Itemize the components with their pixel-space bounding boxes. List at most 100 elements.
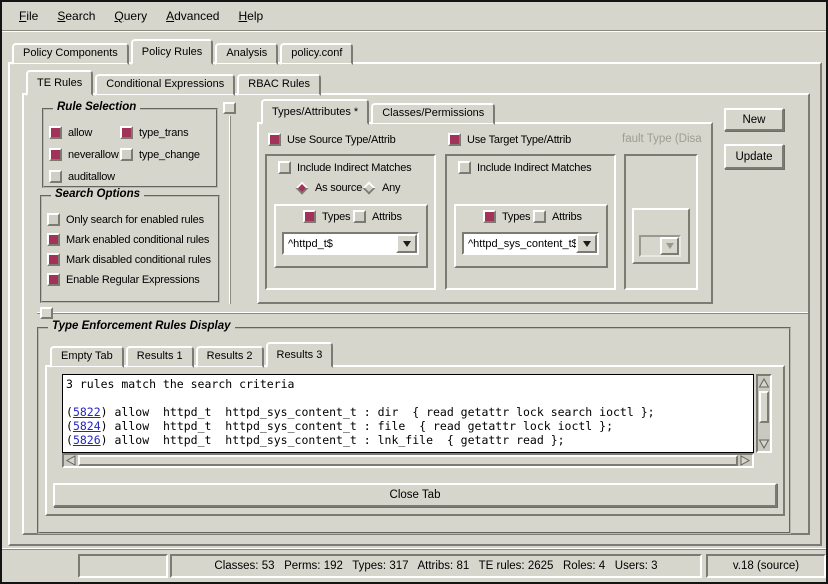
checkbox-icon [448,133,461,146]
checkbox-regex[interactable]: Enable Regular Expressions [47,273,200,286]
horizontal-sash-handle[interactable] [40,307,53,319]
checkbox-icon [49,126,62,139]
results-tabrow: Empty Tab Results 1 Results 2 Results 3 [50,342,333,368]
radio-label: As source [315,182,362,194]
radio-any[interactable]: Any [362,182,400,194]
apol-window: File Search Query Advanced Help Policy C… [0,0,828,584]
tab-analysis[interactable]: Analysis [215,43,278,65]
tab-results-2[interactable]: Results 2 [196,346,264,368]
checkbox-icon [47,253,60,266]
checkbox-neverallow[interactable]: neverallow [49,148,119,161]
vertical-sash-handle[interactable] [223,102,236,114]
menu-query[interactable]: Query [111,7,150,25]
checkbox-icon [278,161,291,174]
checkbox-icon [49,170,62,183]
default-type-combobox-value [641,237,660,255]
default-type-label: fault Type (Disa [622,133,712,145]
scroll-right-icon[interactable] [739,455,751,466]
menu-search[interactable]: Search [54,7,98,25]
horizontal-scrollbar-thumb[interactable] [78,455,738,466]
tab-rbac-rules[interactable]: RBAC Rules [237,74,321,96]
checkbox-label: Attribs [552,211,582,223]
checkbox-target-types[interactable]: Types [483,210,530,223]
tab-classes-permissions[interactable]: Classes/Permissions [371,103,495,125]
menu-file[interactable]: File [16,7,41,25]
tab-results-3[interactable]: Results 3 [266,342,334,368]
rule-id-link[interactable]: 5826 [73,433,101,447]
checkbox-only-enabled[interactable]: Only search for enabled rules [47,213,204,226]
checkbox-label: Types [322,211,350,223]
tab-types-attributes[interactable]: Types/Attributes * [261,99,369,125]
dropdown-arrow-icon[interactable] [396,234,417,253]
checkbox-source-attribs[interactable]: Attribs [353,210,402,223]
vertical-scrollbar-thumb[interactable] [759,391,769,423]
checkbox-label: Only search for enabled rules [66,214,204,226]
tab-policy-rules[interactable]: Policy Rules [131,39,214,65]
menu-advanced[interactable]: Advanced [163,7,222,25]
scroll-up-icon[interactable] [758,377,770,389]
rule-tabrow: TE Rules Conditional Expressions RBAC Ru… [26,70,321,96]
update-button[interactable]: Update [724,144,784,169]
checkbox-label: neverallow [68,149,119,161]
checkbox-label: Attribs [372,211,402,223]
checkbox-mark-disabled[interactable]: Mark disabled conditional rules [47,253,211,266]
checkbox-label: Types [502,211,530,223]
checkbox-label: Use Source Type/Attrib [287,134,396,146]
checkbox-type-change[interactable]: type_change [120,148,200,161]
checkbox-icon [47,233,60,246]
checkbox-icon [120,148,133,161]
target-type-combobox[interactable]: ^httpd_sys_content_t$ [462,232,599,255]
checkbox-source-indirect[interactable]: Include Indirect Matches [278,161,411,174]
vertical-sash-line [229,116,231,304]
tab-results-1[interactable]: Results 1 [126,346,194,368]
tab-policy-components[interactable]: Policy Components [12,43,129,65]
main-tabrow: Policy Components Policy Rules Analysis … [12,39,353,65]
results-summary: 3 rules match the search criteria [66,377,750,391]
checkbox-label: Mark enabled conditional rules [66,234,209,246]
dropdown-arrow-icon[interactable] [576,234,597,253]
horizontal-scrollbar[interactable] [62,453,754,468]
checkbox-label: Use Target Type/Attrib [467,134,571,146]
checkbox-source-types[interactable]: Types [303,210,350,223]
dropdown-arrow-icon [660,237,679,255]
statusbar-stats: Classes: 53 Perms: 192 Types: 317 Attrib… [170,554,702,578]
checkbox-icon [47,273,60,286]
tab-te-rules[interactable]: TE Rules [26,70,93,96]
horizontal-sash-line [37,312,808,314]
radio-as-source[interactable]: As source [295,182,362,194]
menu-help[interactable]: Help [235,7,266,25]
scroll-down-icon[interactable] [758,438,770,450]
checkbox-icon [268,133,281,146]
target-type-combobox-value: ^httpd_sys_content_t$ [464,234,576,253]
scroll-left-icon[interactable] [65,455,77,466]
results-textarea[interactable]: 3 rules match the search criteria (5822)… [62,374,754,453]
close-tab-button[interactable]: Close Tab [53,483,777,507]
new-button[interactable]: New [724,108,784,131]
vertical-scrollbar[interactable] [756,374,772,453]
rule-id-link[interactable]: 5824 [73,419,101,433]
results-text-container: 3 rules match the search criteria (5822)… [60,372,774,470]
checkbox-type-trans[interactable]: type_trans [120,126,188,139]
checkbox-icon [483,210,496,223]
source-type-combobox[interactable]: ^httpd_t$ [282,232,419,255]
checkbox-label: Mark disabled conditional rules [66,254,211,266]
rule-line: (5824) allow httpd_t httpd_sys_content_t… [66,419,750,433]
checkbox-auditallow[interactable]: auditallow [49,170,115,183]
checkbox-mark-enabled[interactable]: Mark enabled conditional rules [47,233,209,246]
checkbox-icon [49,148,62,161]
tab-policy-conf[interactable]: policy.conf [280,43,353,65]
type-attr-tabrow: Types/Attributes * Classes/Permissions [261,99,495,125]
checkbox-use-source[interactable]: Use Source Type/Attrib [268,133,396,146]
menubar: File Search Query Advanced Help [2,2,826,31]
tab-empty-tab[interactable]: Empty Tab [50,346,124,368]
checkbox-target-indirect[interactable]: Include Indirect Matches [458,161,591,174]
checkbox-use-target[interactable]: Use Target Type/Attrib [448,133,571,146]
rule-id-link[interactable]: 5822 [73,405,101,419]
radio-icon [295,181,308,194]
checkbox-icon [303,210,316,223]
tab-conditional-expressions[interactable]: Conditional Expressions [95,74,235,96]
checkbox-target-attribs[interactable]: Attribs [533,210,582,223]
checkbox-label: type_trans [139,127,188,139]
checkbox-allow[interactable]: allow [49,126,92,139]
statusbar-version: v.18 (source) [706,554,826,578]
